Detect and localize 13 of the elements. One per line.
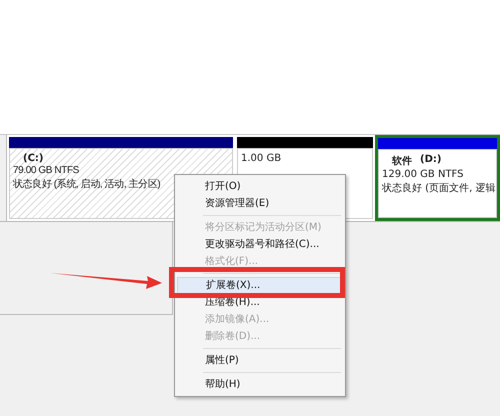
partition-status: 状态良好 (系统, 启动, 活动, 主分区) [13,178,160,191]
menu-item[interactable]: 更改驱动器号和路径(C)... [177,236,343,253]
partition-status: 状态良好 (页面文件, 逻辑 [382,182,496,195]
partition-name: (C:) [23,153,44,164]
partition-size: 79.00 GB NTFS [13,165,79,176]
partition-block[interactable]: 软件 (D:) 129.00 GB NTFS 状态良好 (页面文件, 逻辑 [375,135,500,221]
menu-item[interactable]: 扩展卷(X)... [177,277,343,294]
partition-size: 1.00 GB [241,153,282,164]
partition-name: (D:) [420,154,442,167]
menu-item[interactable]: 属性(P) [177,352,343,369]
partition-label: 软件 [392,154,412,168]
menu-item[interactable]: 帮助(H) [177,376,343,393]
partition-size: 129.00 GB NTFS [382,169,464,180]
